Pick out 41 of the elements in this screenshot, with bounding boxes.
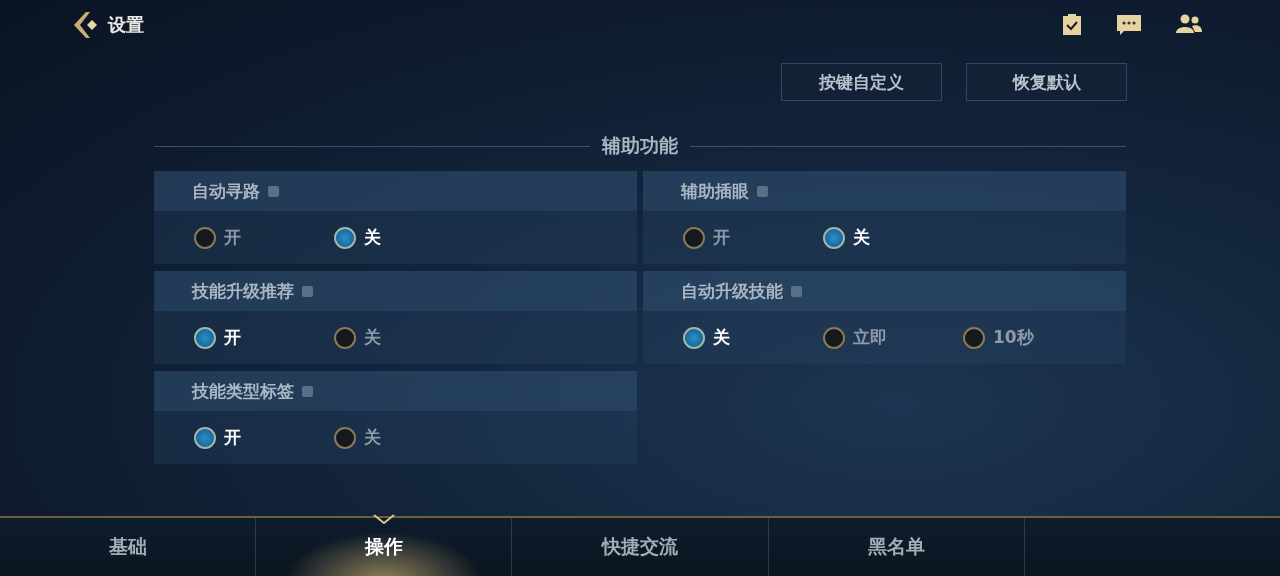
radio-button[interactable] xyxy=(963,326,985,349)
radio-button[interactable] xyxy=(683,226,705,249)
option-label: 开 xyxy=(224,426,241,449)
option-label: 立即 xyxy=(853,326,887,349)
clipboard-check-icon[interactable] xyxy=(1062,14,1082,36)
back-icon[interactable] xyxy=(72,10,100,40)
setting-label: 辅助插眼 xyxy=(681,179,749,203)
radio-button[interactable] xyxy=(334,226,356,249)
setting-label: 技能类型标签 xyxy=(192,379,294,403)
help-icon[interactable] xyxy=(302,285,313,297)
radio-button[interactable] xyxy=(194,226,216,249)
chat-icon[interactable] xyxy=(1116,14,1142,36)
option-label: 开 xyxy=(224,226,241,249)
option-label: 关 xyxy=(364,326,381,349)
radio-button[interactable] xyxy=(334,326,356,349)
option-label: 10秒 xyxy=(993,326,1034,349)
option-label: 关 xyxy=(853,226,870,249)
section-title: 辅助功能 xyxy=(602,133,678,158)
action-button[interactable]: 恢复默认 xyxy=(966,63,1127,101)
option-label: 开 xyxy=(224,326,241,349)
setting-label: 技能升级推荐 xyxy=(192,279,294,303)
chevron-icon xyxy=(372,514,395,524)
radio-button[interactable] xyxy=(194,326,216,349)
radio-button[interactable] xyxy=(683,326,705,349)
nav-tab[interactable]: 黑名单 xyxy=(768,518,1025,576)
radio-button[interactable] xyxy=(823,326,845,349)
nav-tab[interactable]: 基础 xyxy=(0,518,257,576)
option-label: 关 xyxy=(364,226,381,249)
friends-icon[interactable] xyxy=(1176,14,1202,34)
page-title: 设置 xyxy=(108,13,144,37)
setting-label: 自动寻路 xyxy=(192,179,260,203)
radio-button[interactable] xyxy=(823,226,845,249)
nav-tab[interactable]: 快捷交流 xyxy=(512,518,769,576)
option-label: 开 xyxy=(713,226,730,249)
option-label: 关 xyxy=(713,326,730,349)
help-icon[interactable] xyxy=(268,185,279,197)
setting-label: 自动升级技能 xyxy=(681,279,783,303)
action-button[interactable]: 按键自定义 xyxy=(781,63,942,101)
radio-button[interactable] xyxy=(194,426,216,449)
radio-button[interactable] xyxy=(334,426,356,449)
option-label: 关 xyxy=(364,426,381,449)
